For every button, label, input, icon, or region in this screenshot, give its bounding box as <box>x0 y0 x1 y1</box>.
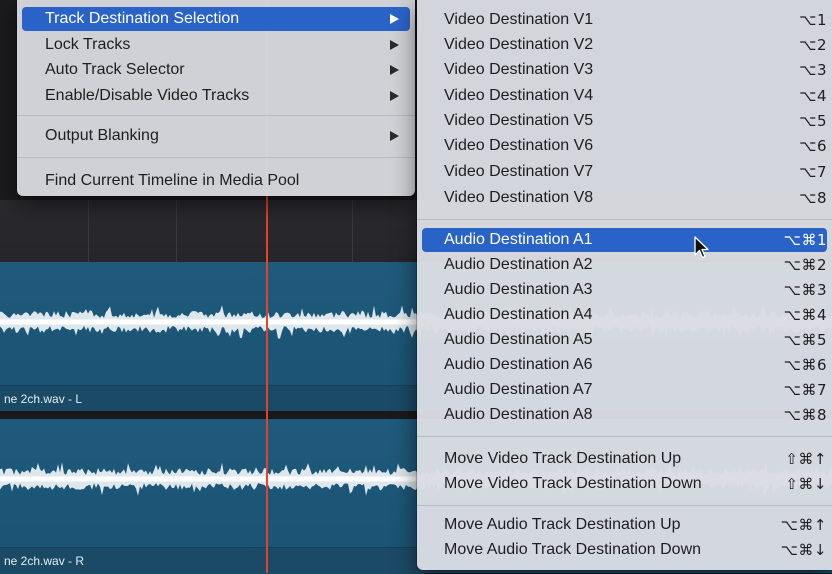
menu-item-audio-destination-a5[interactable]: Audio Destination A5 ⌥⌘5 <box>422 328 827 352</box>
shortcut-label: ⌥5 <box>799 112 827 130</box>
menu-item-label: Audio Destination A5 <box>444 331 593 348</box>
clip-label-right: ne 2ch.wav - R <box>0 547 424 574</box>
menu-item-label: Audio Destination A3 <box>444 281 593 298</box>
shortcut-label: ⌥4 <box>799 87 827 105</box>
menu-item-move-video-destination-up[interactable]: Move Video Track Destination Up ⇧⌘↑ <box>422 447 827 471</box>
menu-separator <box>417 436 832 437</box>
menu-item-label: Audio Destination A1 <box>444 231 593 248</box>
shortcut-label: ⌥⌘4 <box>783 306 827 324</box>
menu-item-label: Output Blanking <box>45 127 159 144</box>
menu-item-track-destination-selection[interactable]: Track Destination Selection <box>22 7 410 31</box>
menu-item-label: Video Destination V5 <box>444 112 594 129</box>
menu-item-video-destination-v8[interactable]: Video Destination V8 ⌥8 <box>422 186 827 210</box>
menu-item-label: Video Destination V1 <box>444 11 594 28</box>
submenu-arrow-icon <box>390 91 399 101</box>
submenu-arrow-icon <box>390 40 399 50</box>
menu-item-audio-destination-a2[interactable]: Audio Destination A2 ⌥⌘2 <box>422 253 827 277</box>
menu-item-label: Move Video Track Destination Up <box>444 450 682 467</box>
menu-separator <box>17 157 415 158</box>
shortcut-label: ⌥⌘3 <box>783 281 827 299</box>
track-destination-submenu: Video Destination V1 ⌥1 Video Destinatio… <box>417 0 832 570</box>
shortcut-label: ⇧⌘↑ <box>785 450 827 468</box>
ruler-tick <box>88 200 89 262</box>
shortcut-label: ⌥⌘2 <box>783 256 827 274</box>
menu-item-label: Enable/Disable Video Tracks <box>45 87 250 104</box>
menu-item-find-current-timeline[interactable]: Find Current Timeline in Media Pool <box>22 169 410 193</box>
menu-item-label: Video Destination V6 <box>444 137 594 154</box>
menu-item-video-destination-v2[interactable]: Video Destination V2 ⌥2 <box>422 33 827 57</box>
menu-item-move-video-destination-down[interactable]: Move Video Track Destination Down ⇧⌘↓ <box>422 472 827 496</box>
ruler-tick <box>352 200 353 262</box>
shortcut-label: ⌥⌘5 <box>783 331 827 349</box>
shortcut-label: ⌥⌘8 <box>783 406 827 424</box>
menu-item-video-destination-v3[interactable]: Video Destination V3 ⌥3 <box>422 58 827 82</box>
menu-item-label: Find Current Timeline in Media Pool <box>45 172 300 189</box>
menu-item-lock-tracks[interactable]: Lock Tracks <box>22 33 410 57</box>
menu-separator <box>17 115 415 116</box>
menu-item-video-destination-v4[interactable]: Video Destination V4 ⌥4 <box>422 84 827 108</box>
menu-item-auto-track-selector[interactable]: Auto Track Selector <box>22 58 410 82</box>
menu-item-audio-destination-a3[interactable]: Audio Destination A3 ⌥⌘3 <box>422 278 827 302</box>
shortcut-label: ⌥6 <box>799 137 827 155</box>
menu-separator <box>417 219 832 220</box>
menu-item-audio-destination-a6[interactable]: Audio Destination A6 ⌥⌘6 <box>422 353 827 377</box>
menu-item-video-destination-v1[interactable]: Video Destination V1 ⌥1 <box>422 8 827 32</box>
menu-item-label: Move Audio Track Destination Up <box>444 516 681 533</box>
menu-item-move-audio-destination-down[interactable]: Move Audio Track Destination Down ⌥⌘↓ <box>422 538 827 562</box>
menu-item-label: Video Destination V2 <box>444 36 594 53</box>
shortcut-label: ⌥⌘7 <box>783 381 827 399</box>
menu-item-label: Audio Destination A4 <box>444 306 593 323</box>
menu-item-label: Auto Track Selector <box>45 61 185 78</box>
shortcut-label: ⌥7 <box>799 163 827 181</box>
shortcut-label: ⇧⌘↓ <box>785 475 827 493</box>
menu-item-enable-disable-video-tracks[interactable]: Enable/Disable Video Tracks <box>22 84 410 108</box>
menu-item-move-audio-destination-up[interactable]: Move Audio Track Destination Up ⌥⌘↑ <box>422 513 827 537</box>
ruler-tick <box>176 200 177 262</box>
menu-item-audio-destination-a7[interactable]: Audio Destination A7 ⌥⌘7 <box>422 378 827 402</box>
menu-item-audio-destination-a1[interactable]: Audio Destination A1 ⌥⌘1 <box>422 228 827 252</box>
menu-item-label: Video Destination V8 <box>444 189 594 206</box>
menu-item-label: Audio Destination A8 <box>444 406 593 423</box>
mouse-pointer-icon <box>694 236 709 259</box>
shortcut-label: ⌥⌘↑ <box>780 516 827 534</box>
menu-item-label: Audio Destination A7 <box>444 381 593 398</box>
menu-item-video-destination-v5[interactable]: Video Destination V5 ⌥5 <box>422 109 827 133</box>
submenu-arrow-icon <box>390 14 399 24</box>
clip-label-left: ne 2ch.wav - L <box>0 385 424 412</box>
menu-item-label: Video Destination V3 <box>444 61 594 78</box>
menu-item-video-destination-v7[interactable]: Video Destination V7 ⌥7 <box>422 160 827 184</box>
shortcut-label: ⌥3 <box>799 61 827 79</box>
shortcut-label: ⌥8 <box>799 189 827 207</box>
menu-separator <box>417 505 832 506</box>
shortcut-label: ⌥1 <box>799 11 827 29</box>
menu-item-label: Lock Tracks <box>45 36 131 53</box>
menu-item-label: Video Destination V4 <box>444 87 594 104</box>
submenu-arrow-icon <box>390 65 399 75</box>
shortcut-label: ⌥2 <box>799 36 827 54</box>
menu-item-label: Move Video Track Destination Down <box>444 475 702 492</box>
shortcut-label: ⌥⌘↓ <box>780 541 827 559</box>
menu-item-label: Audio Destination A2 <box>444 256 593 273</box>
shortcut-label: ⌥⌘6 <box>783 356 827 374</box>
timeline-menu: Track Destination Selection Lock Tracks … <box>17 0 415 196</box>
menu-item-audio-destination-a4[interactable]: Audio Destination A4 ⌥⌘4 <box>422 303 827 327</box>
menu-item-video-destination-v6[interactable]: Video Destination V6 ⌥6 <box>422 134 827 158</box>
menu-item-label: Move Audio Track Destination Down <box>444 541 702 558</box>
menu-item-label: Video Destination V7 <box>444 163 594 180</box>
menu-item-label: Track Destination Selection <box>45 10 240 27</box>
menu-item-output-blanking[interactable]: Output Blanking <box>22 124 410 148</box>
submenu-arrow-icon <box>390 131 399 141</box>
shortcut-label: ⌥⌘1 <box>783 231 827 249</box>
menu-item-audio-destination-a8[interactable]: Audio Destination A8 ⌥⌘8 <box>422 403 827 427</box>
menu-item-label: Audio Destination A6 <box>444 356 593 373</box>
